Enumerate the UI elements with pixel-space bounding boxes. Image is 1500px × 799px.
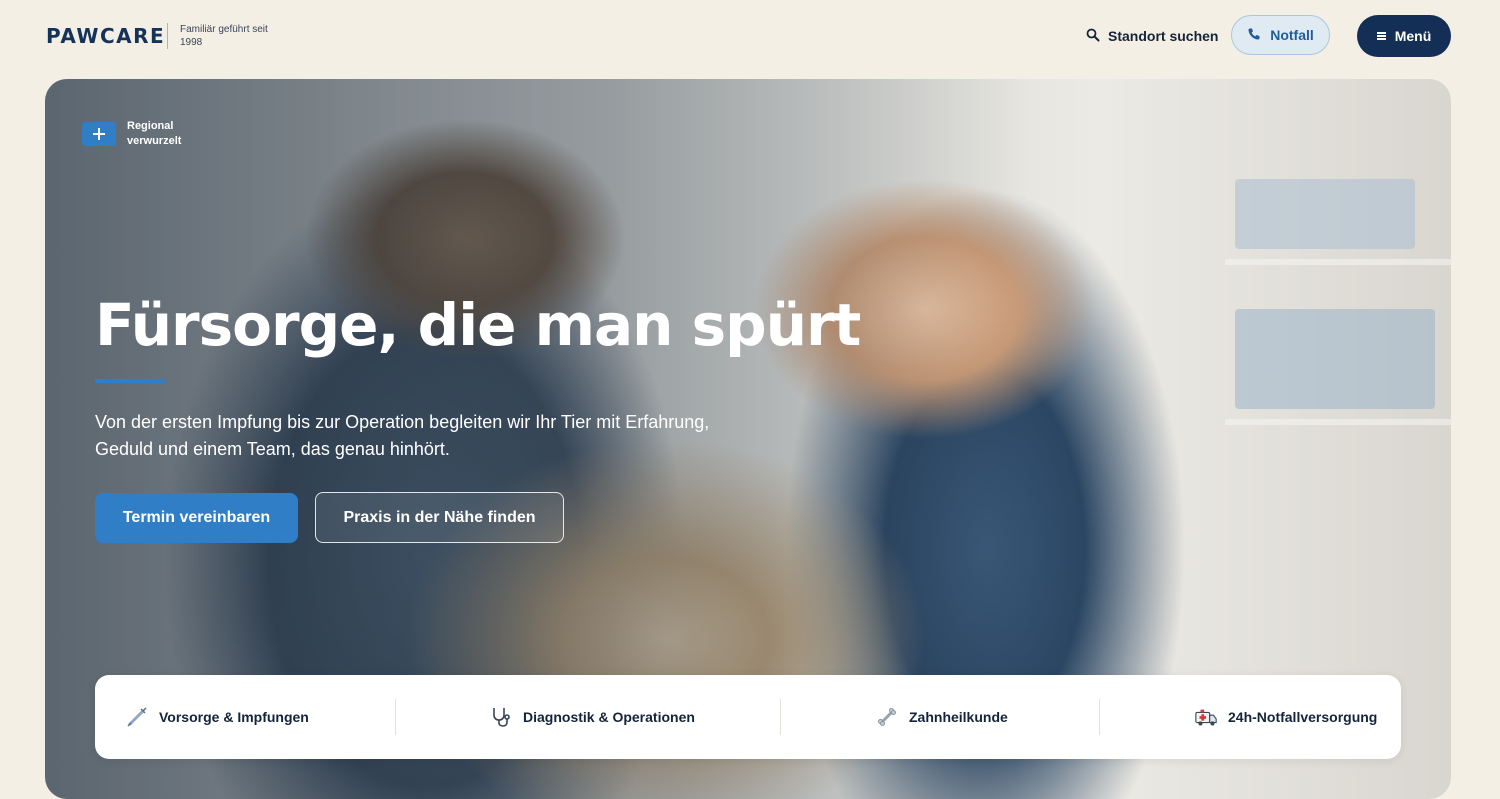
shelf-decor: [1225, 419, 1451, 425]
location-search-button[interactable]: Standort suchen: [1086, 24, 1218, 48]
service-label: 24h-Notfallversorgung: [1228, 709, 1378, 725]
hero-headline: Fürsorge, die man spürt: [95, 291, 861, 359]
service-divider: [395, 699, 396, 735]
service-divider: [780, 699, 781, 735]
ambulance-icon: [1194, 705, 1218, 729]
search-icon: [1086, 28, 1100, 45]
hero-lead: Von der ersten Impfung bis zur Operation…: [95, 412, 710, 459]
service-label: Diagnostik & Operationen: [523, 709, 695, 725]
service-vaccination[interactable]: Vorsorge & Impfungen: [125, 675, 309, 759]
location-search-label: Standort suchen: [1108, 28, 1219, 44]
find-practice-button[interactable]: Praxis in der Nähe finden: [315, 492, 564, 543]
headline-underline: [95, 379, 165, 383]
logo-care: CARE: [99, 24, 166, 48]
menu-button[interactable]: Menü: [1357, 15, 1451, 57]
phone-icon: [1247, 27, 1261, 44]
logo-paw: PAW: [46, 24, 100, 48]
service-label: Zahnheilkunde: [909, 709, 1008, 725]
menu-label: Menü: [1394, 28, 1432, 44]
service-label: Vorsorge & Impfungen: [159, 709, 309, 725]
shelf-decor: [1225, 259, 1451, 265]
service-emergency[interactable]: 24h-Notfallversorgung: [1194, 675, 1377, 759]
badge-label: Regional verwurzelt: [127, 120, 182, 147]
site-header: PAWCARE Familiär geführt seit 1998 Stand…: [0, 0, 1500, 78]
plus-icon: [82, 122, 116, 146]
service-divider: [1099, 699, 1100, 735]
book-appointment-button[interactable]: Termin vereinbaren: [95, 493, 298, 543]
service-diagnostics[interactable]: Diagnostik & Operationen: [489, 675, 695, 759]
stethoscope-icon: [489, 705, 513, 729]
storage-bin-decor: [1235, 179, 1415, 249]
regional-badge: Regional verwurzelt: [82, 119, 197, 149]
syringe-icon: [125, 705, 149, 729]
tagline: Familiär geführt seit 1998: [180, 24, 268, 48]
bone-icon: [875, 705, 899, 729]
service-dental[interactable]: Zahnheilkunde: [875, 675, 1008, 759]
services-bar: Vorsorge & Impfungen Diagnostik & Operat…: [95, 675, 1401, 759]
emergency-button[interactable]: Notfall: [1231, 15, 1330, 55]
header-divider: [167, 23, 168, 49]
emergency-label: Notfall: [1270, 27, 1314, 43]
hamburger-icon: [1376, 32, 1386, 40]
storage-bin-decor: [1235, 309, 1435, 409]
logo[interactable]: PAWCARE: [46, 24, 165, 48]
